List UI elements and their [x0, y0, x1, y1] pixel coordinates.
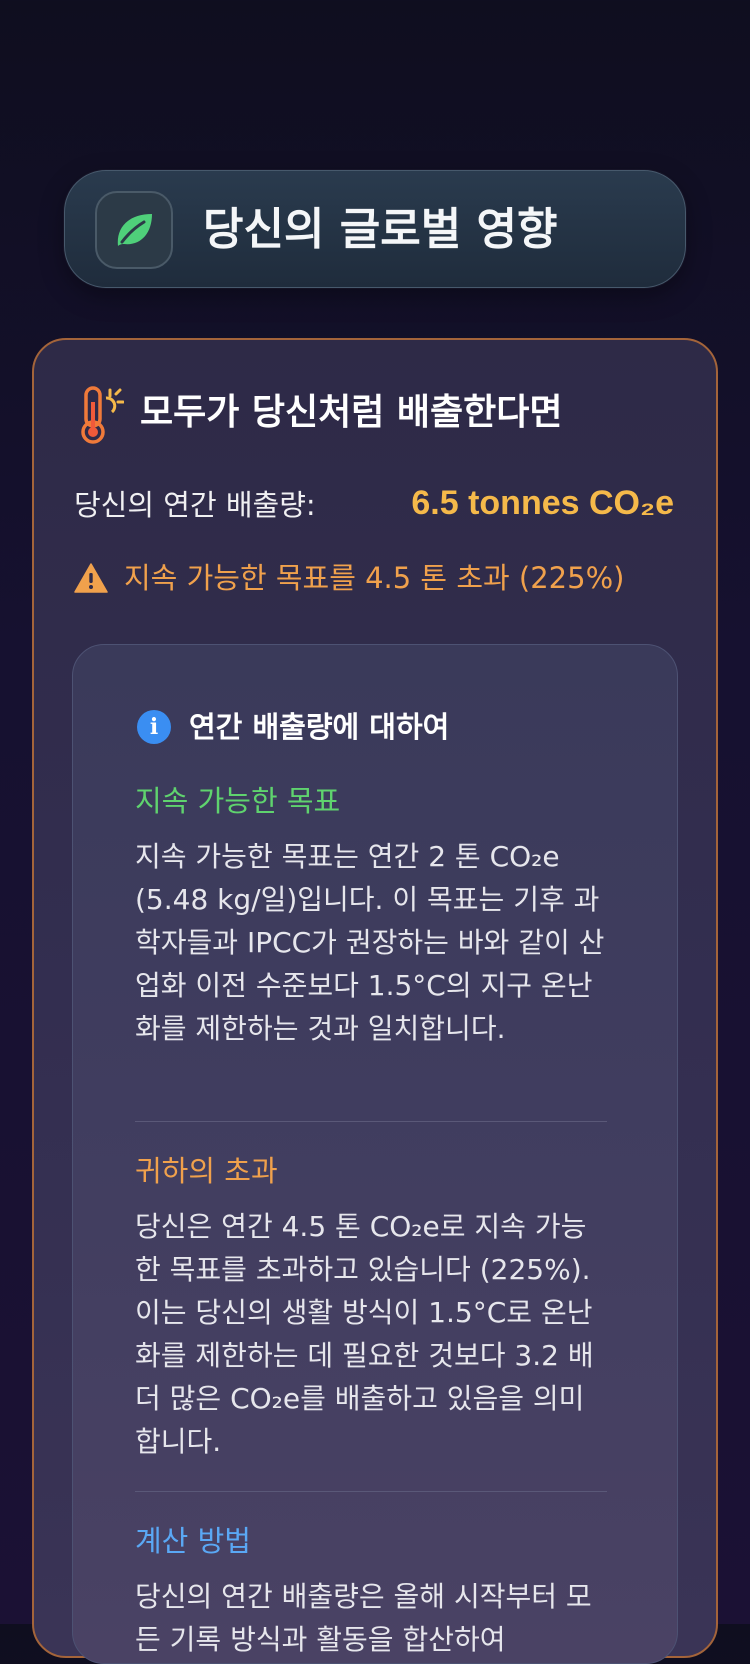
page-title: 당신의 글로벌 영향: [203, 204, 558, 255]
section-body: 지속 가능한 목표는 연간 2 톤 CO₂e (5.48 kg/일)입니다. 이…: [135, 840, 605, 1045]
info-header: i 연간 배출량에 대하여: [137, 707, 449, 747]
section-title: 계산 방법: [135, 1524, 251, 1558]
section-your-excess: 귀하의 초과 당신은 연간 4.5 톤 CO₂e로 지속 가능한 목표를 초과하…: [135, 1151, 605, 1463]
emissions-label: 당신의 연간 배출량:: [74, 488, 316, 522]
impact-title: 모두가 당신처럼 배출한다면: [140, 392, 563, 433]
warning-icon: [74, 563, 108, 593]
divider: [135, 1491, 607, 1492]
emissions-value: 6.5 tonnes CO₂e: [411, 484, 674, 522]
leaf-icon: [95, 191, 173, 269]
section-body: 당신은 연간 4.5 톤 CO₂e로 지속 가능한 목표를 초과하고 있습니다 …: [135, 1210, 594, 1458]
warning-text: 지속 가능한 목표를 4.5 톤 초과 (225%): [124, 561, 625, 595]
header-card: 당신의 글로벌 영향: [64, 170, 686, 288]
thermometer-sun-icon: [81, 386, 124, 444]
section-body: 당신의 연간 배출량은 올해 시작부터 모든 기록 방식과 활동을 합산하여: [135, 1580, 592, 1656]
info-title: 연간 배출량에 대하여: [189, 710, 450, 744]
section-title: 지속 가능한 목표: [135, 784, 341, 818]
section-calculation-method: 계산 방법 당신의 연간 배출량은 올해 시작부터 모든 기록 방식과 활동을 …: [135, 1521, 605, 1661]
section-title: 귀하의 초과: [135, 1154, 278, 1188]
section-sustainable-goal: 지속 가능한 목표 지속 가능한 목표는 연간 2 톤 CO₂e (5.48 k…: [135, 781, 605, 1050]
divider: [135, 1121, 607, 1122]
warning-row: 지속 가능한 목표를 4.5 톤 초과 (225%): [74, 558, 624, 598]
impact-card: 모두가 당신처럼 배출한다면 당신의 연간 배출량: 6.5 tonnes CO…: [32, 338, 718, 1664]
info-icon: i: [137, 710, 171, 744]
info-panel: i 연간 배출량에 대하여 지속 가능한 목표 지속 가능한 목표는 연간 2 …: [72, 644, 678, 1664]
